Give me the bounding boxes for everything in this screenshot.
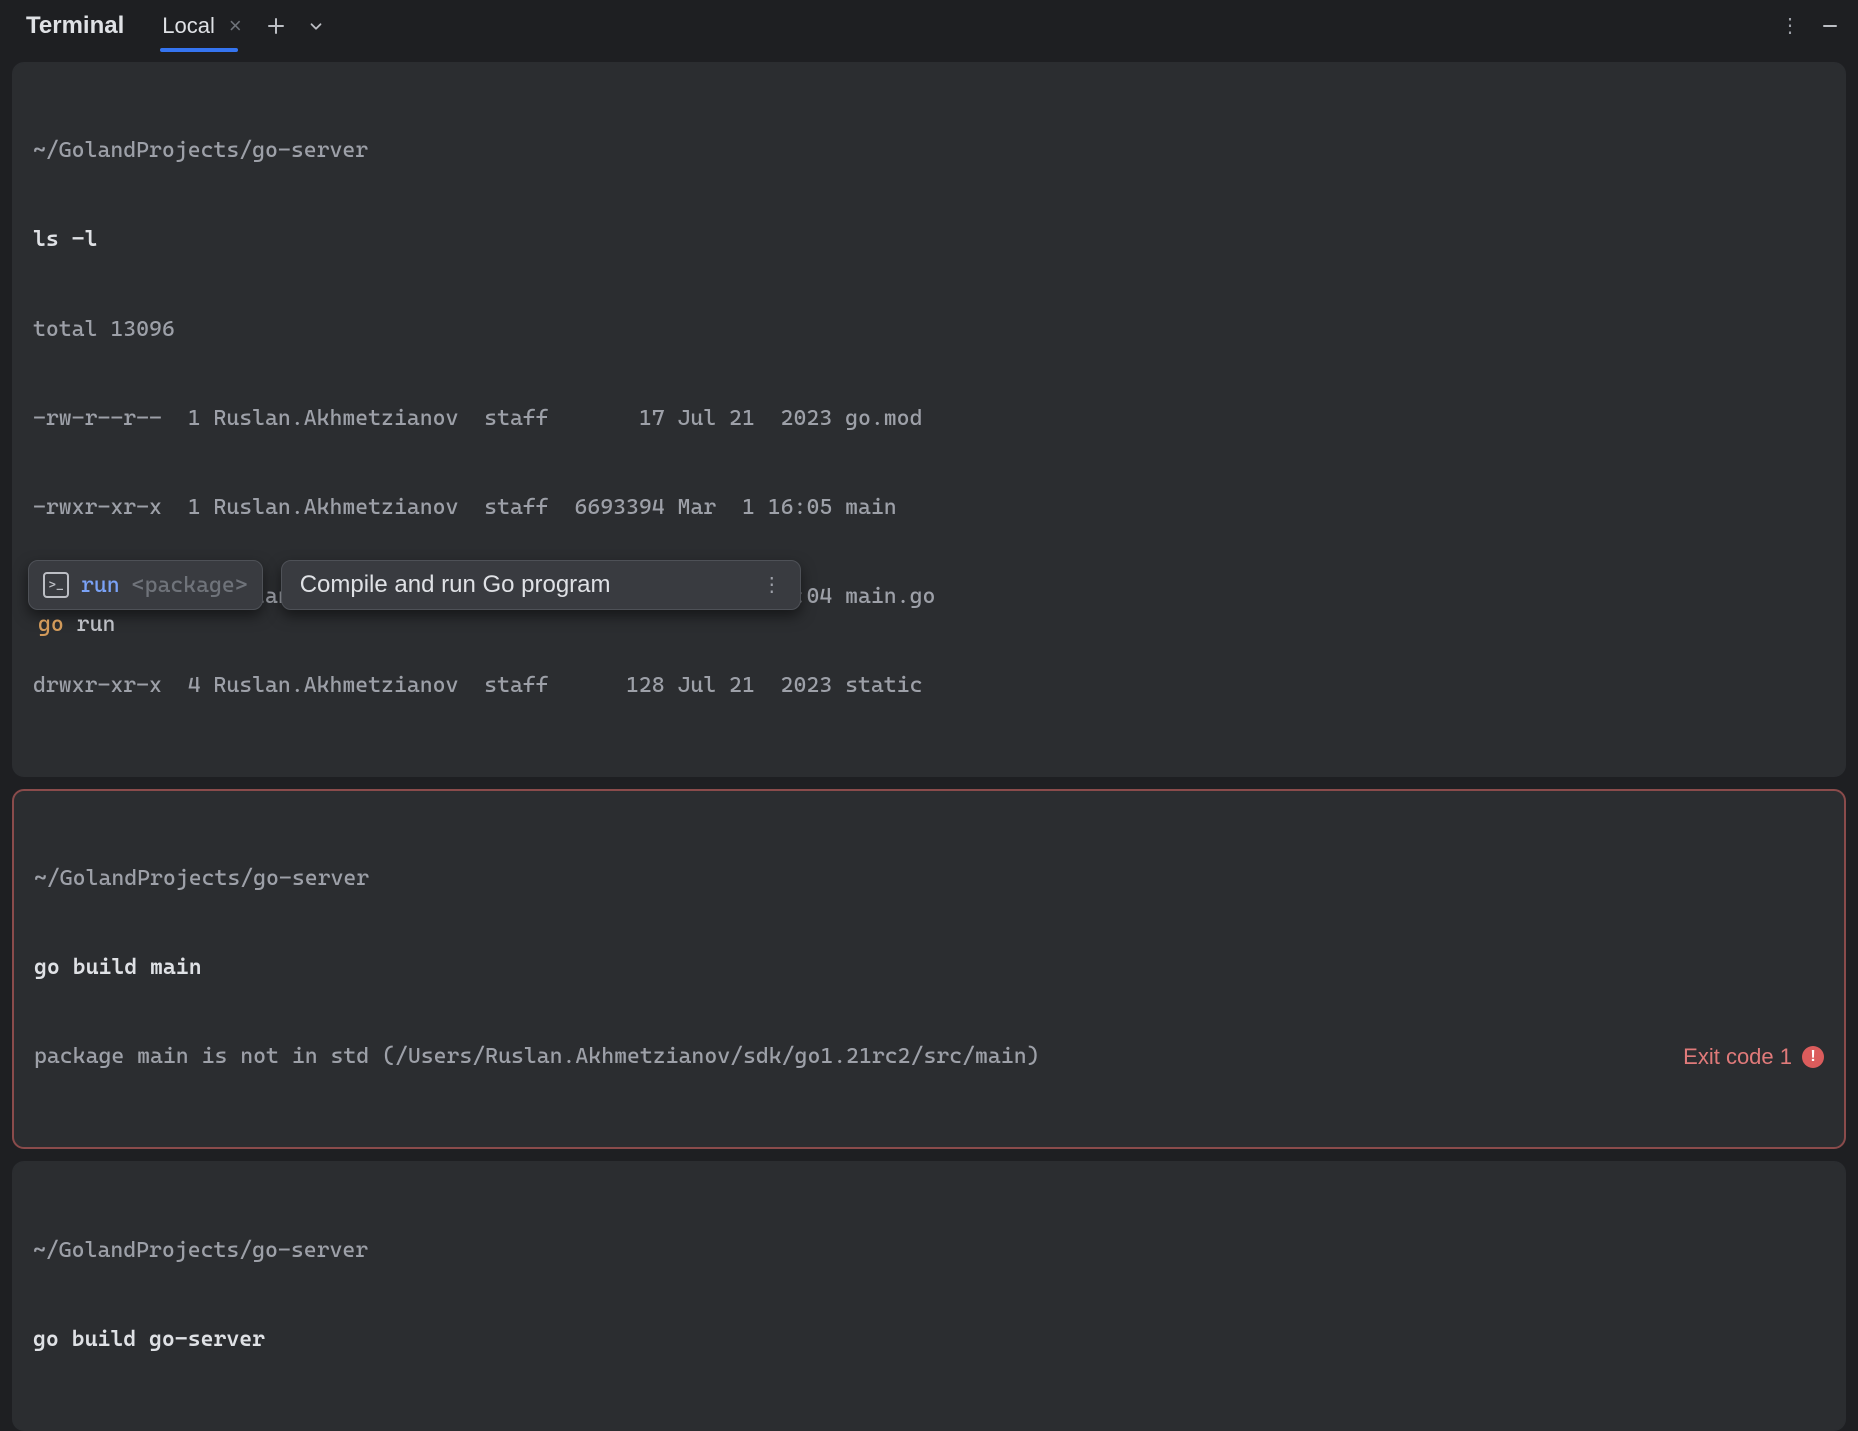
command-block-error[interactable]: ~/GolandProjects/go-server go build main…	[12, 789, 1846, 1150]
chevron-down-icon[interactable]	[296, 6, 336, 46]
command-text: go build go-server	[33, 1325, 1825, 1355]
exit-code-label: Exit code 1 !	[1683, 1042, 1824, 1072]
tab-local[interactable]: Local ×	[142, 0, 255, 52]
completion-description: Compile and run Go program ⋮	[281, 560, 801, 610]
command-text: ls -l	[33, 225, 1825, 255]
terminal-icon: >_	[43, 572, 69, 598]
prompt-token: run	[77, 612, 116, 637]
more-icon[interactable]: ⋮	[762, 581, 782, 589]
prompt-input[interactable]: go run	[38, 612, 115, 637]
completion-arg-hint: <package>	[132, 573, 248, 598]
prompt-token: go	[38, 612, 64, 637]
minimize-icon[interactable]	[1810, 6, 1850, 46]
completion-popup: >_ run <package> Compile and run Go prog…	[28, 560, 801, 610]
command-block[interactable]: ~/GolandProjects/go-server ls -l total 1…	[12, 62, 1846, 777]
tool-window-title: Terminal	[8, 12, 142, 40]
error-output: package main is not in std (/Users/Rusla…	[34, 1042, 1683, 1072]
output-line: drwxr-xr-x 4 Ruslan.Akhmetzianov staff 1…	[33, 671, 1825, 701]
command-block[interactable]: ~/GolandProjects/go-server go build go-s…	[12, 1161, 1846, 1431]
error-icon: !	[1802, 1046, 1824, 1068]
command-text: go build main	[34, 953, 1824, 983]
new-tab-button[interactable]	[256, 6, 296, 46]
tab-label: Local	[162, 13, 215, 39]
cwd-path: ~/GolandProjects/go-server	[33, 136, 1825, 166]
output-line: -rw-r--r-- 1 Ruslan.Akhmetzianov staff 1…	[33, 404, 1825, 434]
terminal-body: ~/GolandProjects/go-server ls -l total 1…	[0, 52, 1858, 1431]
completion-keyword: run	[81, 573, 120, 598]
more-options-icon[interactable]: ⋮	[1770, 6, 1810, 46]
completion-description-text: Compile and run Go program	[300, 571, 611, 599]
cwd-path: ~/GolandProjects/go-server	[33, 1236, 1825, 1266]
terminal-header: Terminal Local × ⋮	[0, 0, 1858, 52]
cwd-path: ~/GolandProjects/go-server	[34, 864, 1824, 894]
close-icon[interactable]: ×	[229, 15, 242, 37]
output-line: -rwxr-xr-x 1 Ruslan.Akhmetzianov staff 6…	[33, 493, 1825, 523]
output-line: total 13096	[33, 315, 1825, 345]
completion-item[interactable]: >_ run <package>	[28, 560, 263, 610]
